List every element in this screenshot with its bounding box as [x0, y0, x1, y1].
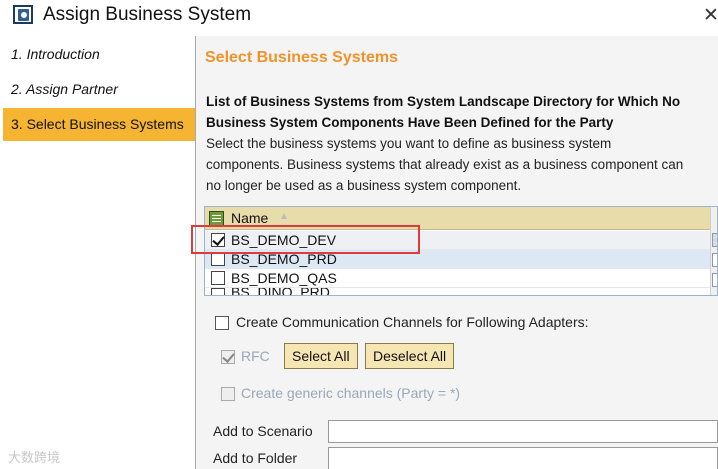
select-all-button[interactable]: Select All — [284, 343, 358, 369]
nav-step-introduction[interactable]: 1. Introduction — [3, 38, 195, 71]
rfc-label: RFC — [241, 348, 270, 364]
scroll-thumb[interactable] — [712, 233, 717, 247]
rfc-checkbox[interactable] — [221, 350, 235, 364]
generic-channels-label: Create generic channels (Party = *) — [241, 385, 461, 401]
deselect-all-button[interactable]: Deselect All — [365, 343, 455, 369]
description-line: Select the business systems you want to … — [206, 136, 612, 151]
scenario-label: Add to Scenario — [213, 423, 313, 439]
table-row[interactable]: BS_DEMO_PRD — [205, 250, 710, 269]
create-channels-label: Create Communication Channels for Follow… — [236, 314, 589, 330]
row-label: BS_DEMO_QAS — [231, 270, 337, 286]
row-label: BS_DINO_PRD — [231, 288, 330, 296]
row-checkbox[interactable] — [211, 252, 225, 266]
title-bar: Assign Business System ✕ — [0, 0, 718, 32]
row-label: BS_DEMO_DEV — [231, 232, 337, 248]
description-text: Select the business systems you want to … — [206, 133, 718, 196]
create-channels-checkbox[interactable] — [215, 316, 229, 330]
row-checkbox[interactable] — [211, 288, 225, 295]
close-icon[interactable]: ✕ — [703, 4, 718, 27]
row-checkbox[interactable] — [211, 233, 225, 247]
select-all-rows-icon[interactable] — [209, 211, 224, 226]
wizard-step-nav: 1. Introduction 2. Assign Partner 3. Sel… — [0, 36, 196, 469]
section-title: Select Business Systems — [205, 49, 398, 66]
table-row[interactable]: BS_DEMO_QAS — [205, 269, 710, 288]
sort-ascending-icon[interactable]: ▲ — [279, 211, 289, 222]
description-line: no longer be used as a business system c… — [206, 178, 522, 193]
column-header-name[interactable]: Name — [231, 210, 268, 226]
generic-channels-checkbox[interactable] — [221, 387, 235, 401]
description-line: components. Business systems that alread… — [206, 157, 684, 172]
table-row[interactable]: BS_DEMO_DEV — [205, 231, 710, 250]
business-systems-table: Name ▲ BS_DEMO_DEV BS_DEMO_PRD BS_DEMO_Q… — [204, 206, 718, 296]
table-scrollbar[interactable] — [710, 207, 717, 295]
main-content: Select Business Systems List of Business… — [191, 36, 718, 469]
nav-step-assign-partner[interactable]: 2. Assign Partner — [3, 73, 195, 106]
scenario-field[interactable] — [328, 420, 718, 443]
window-title: Assign Business System — [43, 4, 252, 25]
table-row[interactable]: BS_DINO_PRD — [205, 288, 710, 296]
folder-field[interactable] — [328, 447, 718, 469]
folder-label: Add to Folder — [213, 450, 298, 466]
watermark-logo: 大数跨境 — [8, 450, 61, 465]
row-label: BS_DEMO_PRD — [231, 251, 337, 267]
description-heading: List of Business Systems from System Lan… — [206, 94, 681, 130]
row-checkbox[interactable] — [211, 271, 225, 285]
scroll-step-icon[interactable] — [712, 253, 717, 267]
nav-step-select-business-systems[interactable]: 3. Select Business Systems — [3, 108, 195, 141]
app-icon — [13, 5, 33, 24]
scroll-step-icon[interactable] — [712, 273, 717, 287]
table-header: Name ▲ — [205, 207, 710, 230]
